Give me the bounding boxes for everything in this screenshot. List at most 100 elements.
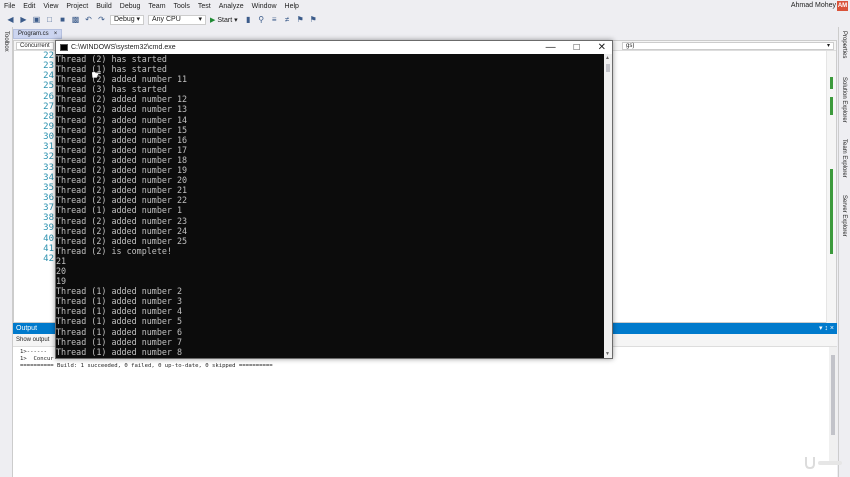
back-icon[interactable]: ◀ [6,15,15,24]
comment-icon[interactable]: ≡ [270,15,279,24]
menu-view[interactable]: View [43,3,58,10]
maximize-icon[interactable]: □ [574,42,580,53]
console-line: Thread (2) added number 19 [56,165,188,176]
window-position-icon[interactable]: ▾ [819,325,823,332]
profile-name[interactable]: Ahmad Mohey [791,2,836,9]
save-all-icon[interactable]: ▩ [71,15,80,24]
output-panel-title: Output [16,325,38,332]
menu-edit[interactable]: Edit [23,3,35,10]
scroll-down-icon[interactable]: ▼ [605,351,610,357]
console-line: Thread (2) added number 14 [56,114,188,125]
visual-studio-window: File Edit View Project Build Debug Team … [0,0,850,477]
avatar[interactable]: AM [837,1,848,11]
console-line: Thread (2) added number 16 [56,134,188,145]
solution-explorer-tab[interactable]: Solution Explorer [841,77,847,123]
console-window[interactable]: C:\WINDOWS\system32\cmd.exe — □ ✕ Thread… [55,40,613,359]
tab-label: Program.cs [18,31,49,37]
uncomment-icon[interactable]: ≠ [283,15,292,24]
menu-analyze[interactable]: Analyze [219,3,244,10]
scroll-up-icon[interactable]: ▲ [605,55,610,61]
team-explorer-tab[interactable]: Team Explorer [841,139,847,178]
minimize-icon[interactable]: — [546,42,556,53]
toolbox-tab[interactable]: Toolbox [3,31,9,52]
console-title: C:\WINDOWS\system32\cmd.exe [71,44,176,51]
console-output[interactable]: Thread (2) has started Thread (1) has st… [56,54,604,358]
pin-icon[interactable]: ↕ [824,325,828,332]
find-icon[interactable]: ⚲ [257,15,266,24]
start-button[interactable]: ▶ Start ▾ [210,16,238,24]
menu-tools[interactable]: Tools [174,3,190,10]
menu-help[interactable]: Help [285,3,299,10]
output-scrollbar[interactable] [829,347,837,463]
line-number: 28 [43,111,54,122]
tab-program-cs[interactable]: Program.cs × [13,29,63,39]
menu-file[interactable]: File [4,3,15,10]
window-controls: — □ ✕ [528,41,606,54]
mouse-cursor-icon: ☛ [91,68,102,82]
close-icon[interactable]: × [54,31,58,37]
undo-icon[interactable]: ↶ [84,15,93,24]
chevron-down-icon: ▾ [136,15,140,23]
bookmark-prev-icon[interactable]: ⚑ [296,15,305,24]
console-line: Thread (2) added number 25 [56,235,188,246]
bookmark-next-icon[interactable]: ⚑ [309,15,318,24]
menu-team[interactable]: Team [148,3,165,10]
save-icon[interactable]: ■ [58,15,67,24]
console-line: Thread (2) added number 22 [56,195,188,206]
toolbox-strip[interactable]: Toolbox [0,27,13,477]
line-number: 25 [43,81,54,92]
line-number: 24 [43,71,54,82]
project-navigation-select[interactable]: Concurrent [16,42,54,50]
menu-window[interactable]: Window [252,3,277,10]
platform-select[interactable]: Any CPU ▾ [148,14,206,25]
project-navigation-value: Concurrent [20,43,50,49]
menu-project[interactable]: Project [66,3,88,10]
member-navigation-select[interactable]: gs) ▾ [622,42,834,50]
forward-icon[interactable]: ▶ [19,15,28,24]
line-number: 22 [43,51,54,61]
open-icon[interactable]: □ [45,15,54,24]
console-line: Thread (1) has started [56,64,167,75]
console-line: Thread (1) added number 3 [56,296,183,307]
chevron-down-icon: ▾ [826,43,830,49]
redo-icon[interactable]: ↷ [97,15,106,24]
console-line: Thread (1) added number 5 [56,316,183,327]
line-number: 41 [43,243,54,254]
line-number: 39 [43,223,54,234]
line-number: 26 [43,91,54,102]
configuration-select[interactable]: Debug ▾ [110,14,144,25]
server-explorer-tab[interactable]: Server Explorer [841,195,847,237]
menu-debug[interactable]: Debug [120,3,141,10]
console-line: Thread (2) has started [56,54,167,64]
chevron-down-icon: ▾ [198,15,202,23]
console-scrollbar[interactable]: ▲ ▼ [604,54,612,358]
scrollbar-thumb[interactable] [831,355,835,435]
bookmark-icon[interactable]: ▮ [244,15,253,24]
play-icon: ▶ [210,16,216,24]
platform-value: Any CPU [152,15,181,23]
console-line: Thread (2) added number 20 [56,175,188,186]
line-number: 34 [43,172,54,183]
menu-build[interactable]: Build [96,3,112,10]
line-number-gutter: 22 23 24 25 26 27 28 29 30 31 32 33 34 3… [16,51,56,264]
properties-tab[interactable]: Properties [841,31,847,58]
console-title-bar[interactable]: C:\WINDOWS\system32\cmd.exe — □ ✕ [56,41,612,54]
change-marker [830,77,833,89]
console-line: Thread (2) is complete! [56,245,172,256]
console-line: Thread (2) added number 23 [56,215,188,226]
panel-controls: ▾ ↕ × [819,323,834,334]
new-project-icon[interactable]: ▣ [32,15,41,24]
console-line: Thread (2) added number 15 [56,124,188,135]
editor-scrollbar[interactable] [826,51,836,323]
close-icon[interactable]: × [830,325,834,332]
watermark-logo-icon [805,457,842,470]
line-number: 42 [43,253,54,264]
close-icon[interactable]: ✕ [598,42,606,53]
menu-test[interactable]: Test [198,3,211,10]
scrollbar-thumb[interactable] [606,64,610,72]
console-line: Thread (1) added number 7 [56,336,183,347]
console-line: Thread (2) added number 17 [56,144,188,155]
show-output-from-label: Show output [16,337,50,343]
line-number: 36 [43,192,54,203]
line-number: 32 [43,152,54,163]
